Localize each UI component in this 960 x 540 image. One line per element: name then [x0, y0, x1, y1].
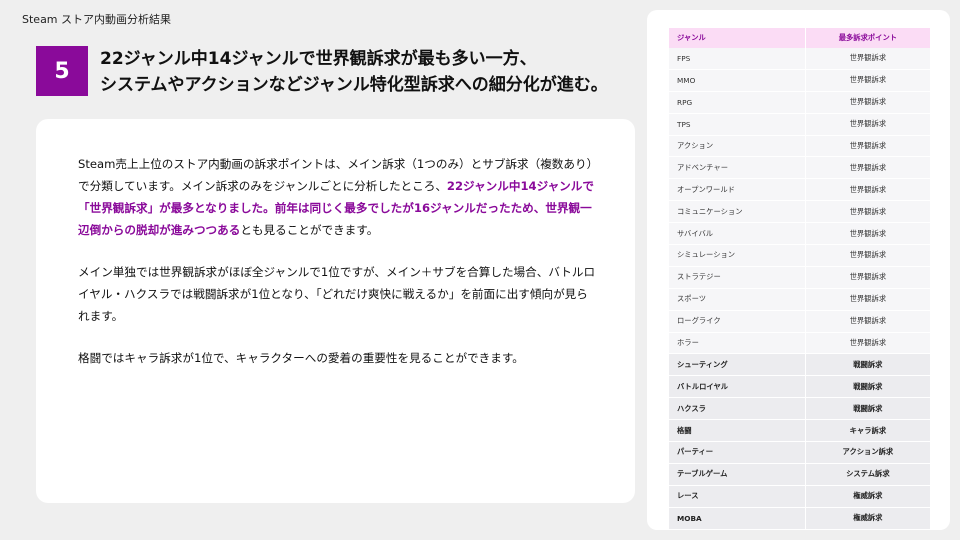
- headline-line-1: 22ジャンル中14ジャンルで世界観訴求が最も多い一方、: [100, 49, 537, 69]
- genre-cell: スポーツ: [669, 288, 806, 311]
- table-row: ホラー 世界観訴求: [669, 332, 932, 355]
- genre-cell: バトルロイヤル: [669, 375, 806, 399]
- genre-cell: ハクスラ: [669, 397, 806, 421]
- appeal-cell: キャラ訴求: [805, 419, 932, 443]
- genre-cell: アドベンチャー: [669, 156, 806, 180]
- paragraph-1: Steam売上上位のストア内動画の訴求ポイントは、メイン訴求（1つのみ）とサブ訴…: [78, 153, 598, 241]
- paragraph-3: 格闘ではキャラ訴求が1位で、キャラクターへの愛着の重要性を見ることができます。: [78, 351, 524, 365]
- table-row: FPS 世界観訴求: [669, 48, 932, 70]
- genre-cell: RPG: [669, 91, 806, 114]
- genre-cell: コミュニケーション: [669, 200, 806, 224]
- appeal-cell: 世界観訴求: [805, 244, 932, 267]
- genre-cell: テーブルゲーム: [669, 463, 806, 486]
- table-row: アクション 世界観訴求: [669, 135, 932, 158]
- table-row: コミュニケーション 世界観訴求: [669, 200, 932, 224]
- appeal-cell: システム訴求: [805, 463, 932, 486]
- table-row: パーティー アクション訴求: [669, 441, 932, 464]
- header-genre: ジャンル: [669, 28, 806, 48]
- genre-cell: TPS: [669, 113, 806, 136]
- appeal-cell: 世界観訴求: [805, 69, 932, 92]
- table-row: MOBA 権威訴求: [669, 507, 932, 530]
- table-row: シミュレーション 世界観訴求: [669, 244, 932, 267]
- appeal-cell: 戦闘訴求: [805, 375, 932, 399]
- paragraph-1-text-b: とも見ることができます。: [240, 223, 379, 237]
- table-row: ローグライク 世界観訴求: [669, 310, 932, 333]
- appeal-cell: 世界観訴求: [805, 200, 932, 224]
- table-row: RPG 世界観訴求: [669, 91, 932, 114]
- genre-cell: サバイバル: [669, 222, 806, 246]
- appeal-cell: 権威訴求: [805, 507, 932, 530]
- genre-cell: アクション: [669, 135, 806, 158]
- genre-cell: パーティー: [669, 441, 806, 464]
- appeal-cell: 世界観訴求: [805, 48, 932, 70]
- genre-cell: ホラー: [669, 332, 806, 355]
- genre-appeal-table: ジャンル 最多訴求ポイント FPS 世界観訴求 MMO 世界観訴求 RPG 世界観訴求 TP…: [669, 28, 932, 530]
- table-row: TPS 世界観訴求: [669, 113, 932, 136]
- table-row: レース 権威訴求: [669, 485, 932, 508]
- header-top-appeal: 最多訴求ポイント: [805, 28, 932, 48]
- appeal-cell: 世界観訴求: [805, 113, 932, 136]
- table-row: 格闘 キャラ訴求: [669, 419, 932, 443]
- table-row: スポーツ 世界観訴求: [669, 288, 932, 311]
- table-row: サバイバル 世界観訴求: [669, 222, 932, 246]
- headline: 22ジャンル中14ジャンルで世界観訴求が最も多い一方、 システムやアクションなど…: [100, 46, 640, 98]
- genre-cell: FPS: [669, 48, 806, 70]
- appeal-cell: 世界観訴求: [805, 178, 932, 202]
- table-row: テーブルゲーム システム訴求: [669, 463, 932, 486]
- appeal-cell: 世界観訴求: [805, 156, 932, 180]
- table-body: FPS 世界観訴求 MMO 世界観訴求 RPG 世界観訴求 TPS 世界観訴求 アクション 世界観…: [669, 48, 932, 530]
- slide-header-label: Steam ストア内動画分析結果: [22, 13, 172, 26]
- genre-cell: MMO: [669, 69, 806, 92]
- genre-table-card: ジャンル 最多訴求ポイント FPS 世界観訴求 MMO 世界観訴求 RPG 世界観訴求 TP…: [647, 10, 950, 530]
- paragraph-2: メイン単独では世界観訴求がほぼ全ジャンルで1位ですが、メイン＋サブを合算した場合…: [78, 265, 596, 323]
- genre-cell: レース: [669, 485, 806, 508]
- section-number-badge: 5: [36, 46, 88, 96]
- appeal-cell: 世界観訴求: [805, 91, 932, 114]
- appeal-cell: 世界観訴求: [805, 222, 932, 246]
- body-text: Steam売上上位のストア内動画の訴求ポイントは、メイン訴求（1つのみ）とサブ訴…: [78, 153, 598, 389]
- appeal-cell: 戦闘訴求: [805, 353, 932, 377]
- table-row: ストラテジー 世界観訴求: [669, 266, 932, 289]
- appeal-cell: 世界観訴求: [805, 266, 932, 289]
- appeal-cell: 世界観訴求: [805, 332, 932, 355]
- genre-cell: シミュレーション: [669, 244, 806, 267]
- genre-cell: ストラテジー: [669, 266, 806, 289]
- table-row: シューティング 戦闘訴求: [669, 353, 932, 377]
- appeal-cell: 戦闘訴求: [805, 397, 932, 421]
- table-row: オープンワールド 世界観訴求: [669, 178, 932, 202]
- genre-cell: オープンワールド: [669, 178, 806, 202]
- table-row: ハクスラ 戦闘訴求: [669, 397, 932, 421]
- table-row: アドベンチャー 世界観訴求: [669, 156, 932, 180]
- appeal-cell: アクション訴求: [805, 441, 932, 464]
- genre-cell: MOBA: [669, 507, 806, 530]
- table-header-row: ジャンル 最多訴求ポイント: [669, 28, 932, 48]
- table-row: バトルロイヤル 戦闘訴求: [669, 375, 932, 399]
- appeal-cell: 権威訴求: [805, 485, 932, 508]
- headline-line-2: システムやアクションなどジャンル特化型訴求への細分化が進む。: [100, 75, 608, 95]
- appeal-cell: 世界観訴求: [805, 135, 932, 158]
- genre-cell: シューティング: [669, 353, 806, 377]
- appeal-cell: 世界観訴求: [805, 310, 932, 333]
- genre-cell: 格闘: [669, 419, 806, 443]
- appeal-cell: 世界観訴求: [805, 288, 932, 311]
- body-text-card: Steam売上上位のストア内動画の訴求ポイントは、メイン訴求（1つのみ）とサブ訴…: [36, 119, 635, 503]
- table-row: MMO 世界観訴求: [669, 69, 932, 92]
- genre-cell: ローグライク: [669, 310, 806, 333]
